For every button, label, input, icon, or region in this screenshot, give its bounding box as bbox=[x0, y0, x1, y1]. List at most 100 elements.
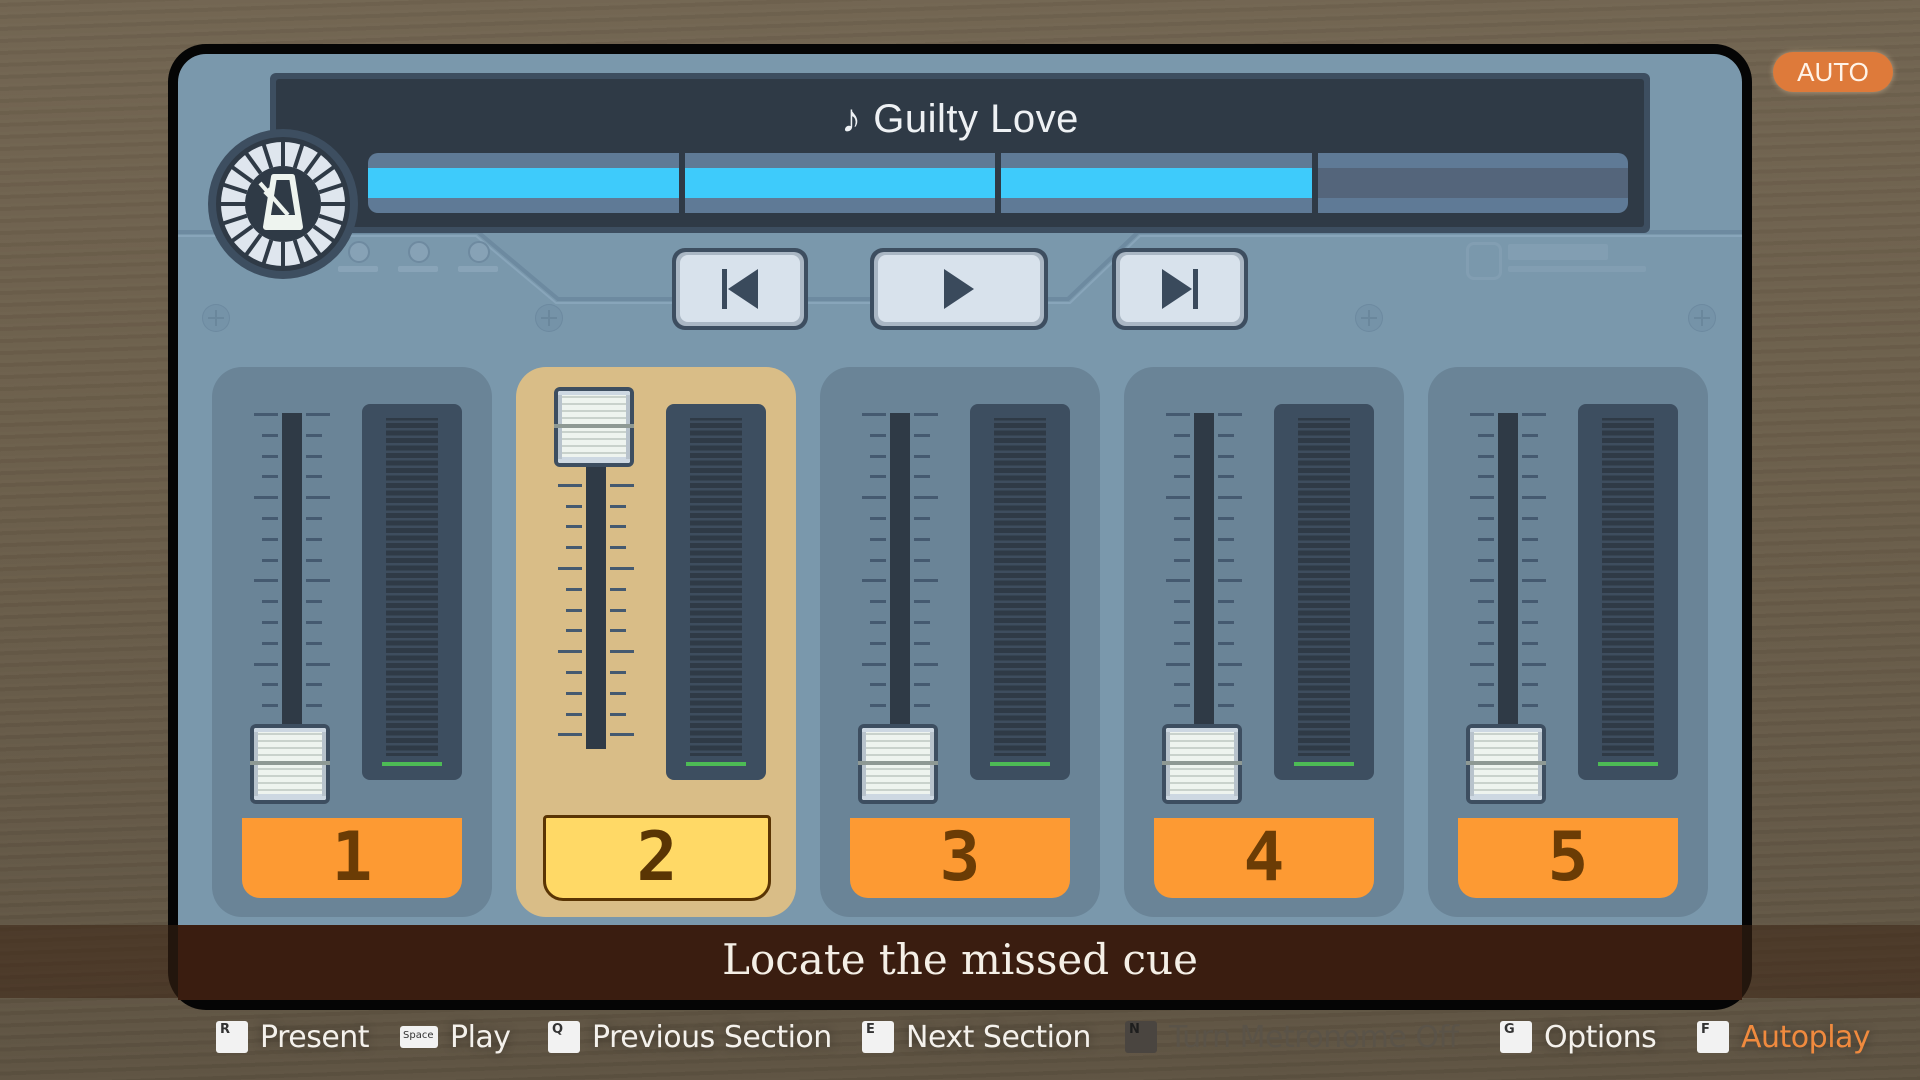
key-hint-label: Present bbox=[260, 1019, 370, 1055]
keycap-label: N bbox=[1129, 1022, 1140, 1037]
progress-fill-complete bbox=[368, 168, 679, 198]
meter-level-bar bbox=[1294, 762, 1354, 766]
fader-tick bbox=[1218, 433, 1234, 437]
keycap-icon: F bbox=[1697, 1021, 1729, 1053]
fader-tick bbox=[1218, 641, 1234, 645]
fader-tick bbox=[610, 504, 626, 508]
fader-tick bbox=[610, 567, 634, 570]
fader-track bbox=[282, 413, 302, 749]
channel-select-button[interactable]: 5 bbox=[1458, 818, 1678, 898]
fader-tick bbox=[1522, 454, 1538, 458]
key-hint-previous-section[interactable]: Q Previous Section bbox=[548, 1017, 832, 1057]
fader-tick bbox=[870, 641, 886, 645]
key-hint-present[interactable]: R Present bbox=[216, 1017, 370, 1057]
fader-tick bbox=[870, 704, 886, 708]
fader-track bbox=[890, 413, 910, 749]
fader-tick bbox=[306, 600, 322, 604]
fader-knob[interactable] bbox=[1466, 724, 1546, 804]
fader-tick bbox=[1522, 704, 1538, 708]
key-hint-label: Play bbox=[450, 1019, 511, 1055]
channel-strip[interactable]: 1 bbox=[212, 367, 492, 917]
key-hint-label: Turn Metronome Off bbox=[1169, 1019, 1459, 1055]
channel-select-button[interactable]: 3 bbox=[850, 818, 1070, 898]
fader-tick bbox=[914, 454, 930, 458]
channel-select-button[interactable]: 1 bbox=[242, 818, 462, 898]
fader-tick bbox=[1470, 662, 1494, 666]
fader-tick bbox=[254, 496, 278, 500]
fader-track bbox=[1194, 413, 1214, 749]
fader-tick bbox=[870, 433, 886, 437]
fader-tick bbox=[566, 546, 582, 550]
fader-tick bbox=[1522, 662, 1546, 666]
key-hint-next-section[interactable]: E Next Section bbox=[862, 1017, 1091, 1057]
fader-tick bbox=[1218, 475, 1234, 479]
fader-tick bbox=[610, 587, 626, 591]
channel-strip[interactable]: 3 bbox=[820, 367, 1100, 917]
fader-tick bbox=[914, 496, 938, 500]
fader-tick bbox=[306, 704, 322, 708]
fader-tick bbox=[914, 641, 930, 645]
screw-icon bbox=[535, 304, 563, 332]
channel-strip[interactable]: 2 bbox=[516, 367, 796, 917]
key-hint-autoplay[interactable]: F Autoplay bbox=[1697, 1017, 1871, 1057]
fader-tick bbox=[1478, 600, 1494, 604]
skip-previous-icon bbox=[722, 269, 758, 309]
fader-tick bbox=[262, 454, 278, 458]
metronome-button[interactable] bbox=[216, 137, 350, 271]
keycap-label: R bbox=[220, 1022, 231, 1037]
key-hint-options[interactable]: G Options bbox=[1500, 1017, 1657, 1057]
fader-tick bbox=[566, 691, 582, 695]
fader-tick bbox=[914, 579, 938, 583]
fader-tick bbox=[1218, 558, 1234, 562]
keycap-icon: Space bbox=[400, 1026, 438, 1048]
channel-strip[interactable]: 4 bbox=[1124, 367, 1404, 917]
fader-track bbox=[1498, 413, 1518, 749]
play-button[interactable] bbox=[870, 248, 1048, 330]
section-progress bbox=[368, 153, 1628, 213]
next-section-button[interactable] bbox=[1112, 248, 1248, 330]
meter-level-bar bbox=[686, 762, 746, 766]
meter-level-bar bbox=[382, 762, 442, 766]
fader-knob[interactable] bbox=[250, 724, 330, 804]
keycap-label: E bbox=[866, 1022, 875, 1037]
channel-select-button[interactable]: 2 bbox=[543, 815, 771, 901]
fader-tick bbox=[306, 475, 322, 479]
fader-knob[interactable] bbox=[554, 387, 634, 467]
fader-tick bbox=[870, 621, 886, 624]
progress-section bbox=[684, 153, 995, 213]
fader-knob[interactable] bbox=[1162, 724, 1242, 804]
fader-tick bbox=[306, 558, 322, 562]
auto-badge[interactable]: AUTO bbox=[1773, 52, 1893, 92]
fader-tick bbox=[1174, 704, 1190, 708]
indicator-led bbox=[348, 241, 370, 263]
fader-tick bbox=[1174, 475, 1190, 479]
screw-icon bbox=[202, 304, 230, 332]
fader-tick bbox=[1166, 662, 1190, 666]
fader-tick bbox=[870, 683, 886, 687]
fader-tick bbox=[1522, 621, 1538, 624]
fader-tick bbox=[566, 629, 582, 633]
channel-select-button[interactable]: 4 bbox=[1154, 818, 1374, 898]
key-hint-label: Options bbox=[1544, 1019, 1657, 1055]
fader-tick bbox=[1218, 454, 1234, 458]
fader-tick bbox=[1470, 496, 1494, 500]
previous-section-button[interactable] bbox=[672, 248, 808, 330]
fader-tick bbox=[610, 712, 626, 716]
led-label bbox=[458, 266, 498, 272]
fader-tick bbox=[566, 671, 582, 674]
channel-strip[interactable]: 5 bbox=[1428, 367, 1708, 917]
fader-tick bbox=[1478, 621, 1494, 624]
fader-tick bbox=[306, 454, 322, 458]
fader-tick bbox=[254, 579, 278, 583]
fader-tick bbox=[914, 475, 930, 479]
fader-tick bbox=[1174, 517, 1190, 520]
fader-tick bbox=[262, 641, 278, 645]
fader-tick bbox=[1522, 579, 1546, 583]
fader-tick bbox=[610, 608, 626, 612]
key-hints-bar: R Present Space Play Q Previous Section E Next … bbox=[0, 1017, 1920, 1057]
key-hint-turn-metronome-off[interactable]: N Turn Metronome Off bbox=[1125, 1017, 1459, 1057]
key-hint-label: Autoplay bbox=[1741, 1019, 1871, 1055]
fader-knob[interactable] bbox=[858, 724, 938, 804]
led-label bbox=[398, 266, 438, 272]
key-hint-play[interactable]: Space Play bbox=[400, 1017, 511, 1057]
